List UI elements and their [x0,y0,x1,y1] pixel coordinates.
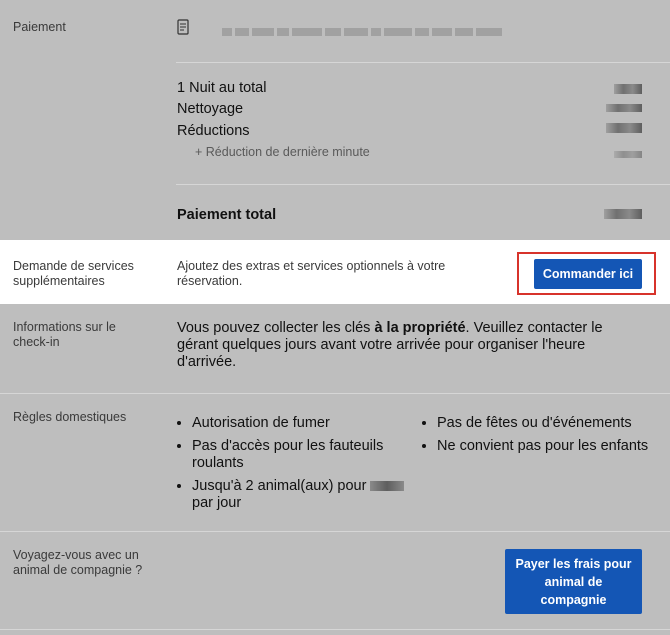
price-amount-masked [606,123,642,133]
total-amount-masked [604,209,642,219]
house-rules-right: Pas de fêtes ou d'événements Ne convient… [421,415,651,461]
rule-item: Ne convient pas pour les enfants [437,438,651,455]
price-amount-masked [614,84,642,94]
pay-pet-fee-button[interactable]: Payer les frais pour animal de compagnie [505,549,642,614]
house-rules-label: Règles domestiques [13,410,127,424]
house-rules-left: Autorisation de fumer Pas d'accès pour l… [176,415,406,518]
checkin-text: Vous pouvez collecter les clés à la prop… [177,320,637,371]
pet-rule-suffix: par jour [192,495,242,511]
total-label: Paiement total [177,207,277,223]
price-line-cleaning: Nettoyage [177,101,244,117]
masked-pet-type [370,481,405,492]
checkin-text-bold: à la propriété [374,320,466,336]
masked-payment-info [222,23,592,36]
rule-item-pets: Jusqu'à 2 animal(aux) pour par jour [192,478,406,512]
price-line-nights: 1 Nuit au total [177,80,267,96]
checkin-text-start: Vous pouvez collecter les clés [177,320,375,336]
price-amount-masked [614,151,642,158]
order-extras-button[interactable]: Commander ici [534,259,642,289]
divider [0,629,670,630]
payment-label: Paiement [13,20,66,34]
price-amount-masked [606,104,642,112]
rule-item: Autorisation de fumer [192,415,406,432]
pet-rule-prefix: Jusqu'à 2 animal(aux) pour [192,478,367,494]
receipt-icon [176,19,190,35]
extra-services-description: Ajoutez des extras et services optionnel… [177,259,446,288]
divider [176,184,670,185]
divider [0,531,670,532]
divider [176,62,670,63]
discount-sub-line: + Réduction de dernière minute [195,145,370,159]
rule-item: Pas d'accès pour les fauteuils roulants [192,438,406,472]
rule-item: Pas de fêtes ou d'événements [437,415,651,432]
checkin-label: Informations sur le check-in [13,320,116,349]
divider [0,393,670,394]
pets-label: Voyagez-vous avec un animal de compagnie… [13,548,143,577]
price-line-discounts: Réductions [177,123,250,139]
extra-services-label: Demande de services supplémentaires [13,259,134,288]
